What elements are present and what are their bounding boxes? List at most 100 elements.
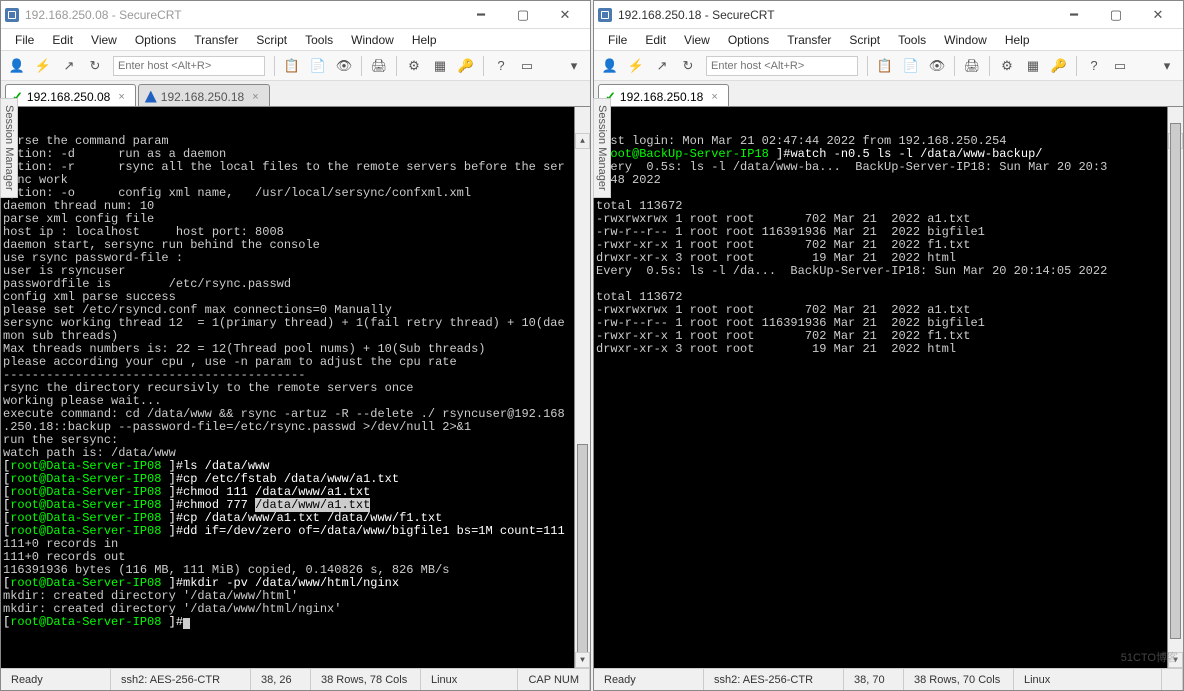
tab-close-icon[interactable]: × [118,91,124,103]
maximize-button[interactable]: ▢ [502,3,544,27]
status-ssh: ssh2: AES-256-CTR [111,669,251,690]
menu-file[interactable]: File [7,31,42,49]
scroll-up-icon[interactable]: ▲ [575,133,590,149]
minimize-button[interactable]: ━ [460,3,502,27]
terminal-line [596,278,1181,291]
status-ssh: ssh2: AES-256-CTR [704,669,844,690]
separator [989,56,990,76]
reconnect-icon[interactable]: ↻ [676,54,700,78]
menu-tools[interactable]: Tools [890,31,934,49]
menu-transfer[interactable]: Transfer [779,31,839,49]
separator [396,56,397,76]
tab-close-icon[interactable]: × [711,91,717,103]
scrollbar[interactable]: ▲ ▼ [1167,107,1183,668]
session-manager-tab[interactable]: Session Manager [0,98,18,198]
print-icon[interactable]: 🖨 [367,54,391,78]
minimize-button[interactable]: ━ [1053,3,1095,27]
copy-icon[interactable]: 📋 [280,54,304,78]
status-platform: Linux [1014,669,1162,690]
toolbar-icon[interactable]: ▭ [1108,54,1132,78]
menu-help[interactable]: Help [404,31,445,49]
maximize-button[interactable]: ▢ [1095,3,1137,27]
menu-window[interactable]: Window [936,31,995,49]
session-manager-tab[interactable]: Session Manager [593,98,611,198]
scroll-thumb[interactable] [577,444,588,657]
status-cursor: 38, 70 [844,669,904,690]
profile-icon[interactable]: 👤 [598,54,622,78]
copy-icon[interactable]: 📋 [873,54,897,78]
scroll-down-icon[interactable]: ▼ [575,652,590,668]
menu-tools[interactable]: Tools [297,31,341,49]
triangle-icon [145,91,157,103]
status-caps: CAP NUM [518,669,590,690]
menu-file[interactable]: File [600,31,635,49]
scrollbar[interactable]: ▲ ▼ [574,107,590,668]
tab-192-168-250-08[interactable]: ✓192.168.250.08× [5,84,136,106]
menu-edit[interactable]: Edit [44,31,81,49]
tab-192-168-250-18[interactable]: ✓192.168.250.18× [598,84,729,106]
tab-label: 192.168.250.18 [620,90,703,104]
terminal-line: option: -r rsync all the local files to … [3,161,588,174]
separator [361,56,362,76]
app-icon [5,8,19,22]
menu-transfer[interactable]: Transfer [186,31,246,49]
host-input[interactable] [113,56,265,76]
connect-icon[interactable]: ⚡ [31,54,55,78]
paste-icon[interactable]: 📄 [306,54,330,78]
close-button[interactable]: ✕ [544,3,586,27]
menu-help[interactable]: Help [997,31,1038,49]
settings-icon[interactable]: ⚙ [402,54,426,78]
key-icon[interactable]: 🔑 [454,54,478,78]
tab-192-168-250-18[interactable]: 192.168.250.18× [138,84,270,106]
window-right: Session Manager 192.168.250.18 - SecureC… [593,0,1184,691]
menu-script[interactable]: Script [841,31,888,49]
menu-options[interactable]: Options [127,31,184,49]
separator [1076,56,1077,76]
terminal-right[interactable]: Last login: Mon Mar 21 02:47:44 2022 fro… [594,107,1183,668]
quick-connect-icon[interactable]: ↗ [650,54,674,78]
menu-window[interactable]: Window [343,31,402,49]
app-icon [598,8,612,22]
terminal-line: Every 0.5s: ls -l /data/www-ba... BackUp… [596,161,1181,174]
close-button[interactable]: ✕ [1137,3,1179,27]
paste-icon[interactable]: 📄 [899,54,923,78]
watermark: 51CTO博客 [1121,649,1178,665]
find-icon[interactable]: 👁 [332,54,356,78]
terminal-line: drwxr-xr-x 3 root root 19 Mar 21 2022 ht… [596,343,1181,356]
tabbar-left: ✓192.168.250.08×192.168.250.18× [1,81,590,107]
help-icon[interactable]: ? [1082,54,1106,78]
tab-close-icon[interactable]: × [252,91,258,103]
status-rowcols: 38 Rows, 70 Cols [904,669,1014,690]
menu-view[interactable]: View [83,31,125,49]
separator [274,56,275,76]
menu-script[interactable]: Script [248,31,295,49]
titlebar-right: 192.168.250.18 - SecureCRT ━ ▢ ✕ [594,1,1183,29]
help-icon[interactable]: ? [489,54,513,78]
status-caps [1162,669,1183,690]
find-icon[interactable]: 👁 [925,54,949,78]
scroll-thumb[interactable] [1170,123,1181,639]
toolbar-left: 👤 ⚡ ↗ ↻ 📋 📄 👁 🖨 ⚙ ▦ 🔑 ? ▭ ▾ [1,51,590,81]
toolbar-icon[interactable]: ▭ [515,54,539,78]
status-ready: Ready [1,669,111,690]
sessions-icon[interactable]: ▦ [428,54,452,78]
connect-icon[interactable]: ⚡ [624,54,648,78]
separator [867,56,868,76]
settings-icon[interactable]: ⚙ [995,54,1019,78]
menubar-right: FileEditViewOptionsTransferScriptToolsWi… [594,29,1183,51]
terminal-left[interactable]: parse the command paramoption: -d run as… [1,107,590,668]
menu-edit[interactable]: Edit [637,31,674,49]
profile-icon[interactable]: 👤 [5,54,29,78]
host-input[interactable] [706,56,858,76]
quick-connect-icon[interactable]: ↗ [57,54,81,78]
statusbar-left: Ready ssh2: AES-256-CTR 38, 26 38 Rows, … [1,668,590,690]
terminal-line [596,187,1181,200]
menu-options[interactable]: Options [720,31,777,49]
key-icon[interactable]: 🔑 [1047,54,1071,78]
sessions-icon[interactable]: ▦ [1021,54,1045,78]
overflow-icon[interactable]: ▾ [1155,54,1179,78]
print-icon[interactable]: 🖨 [960,54,984,78]
reconnect-icon[interactable]: ↻ [83,54,107,78]
overflow-icon[interactable]: ▾ [562,54,586,78]
menu-view[interactable]: View [676,31,718,49]
